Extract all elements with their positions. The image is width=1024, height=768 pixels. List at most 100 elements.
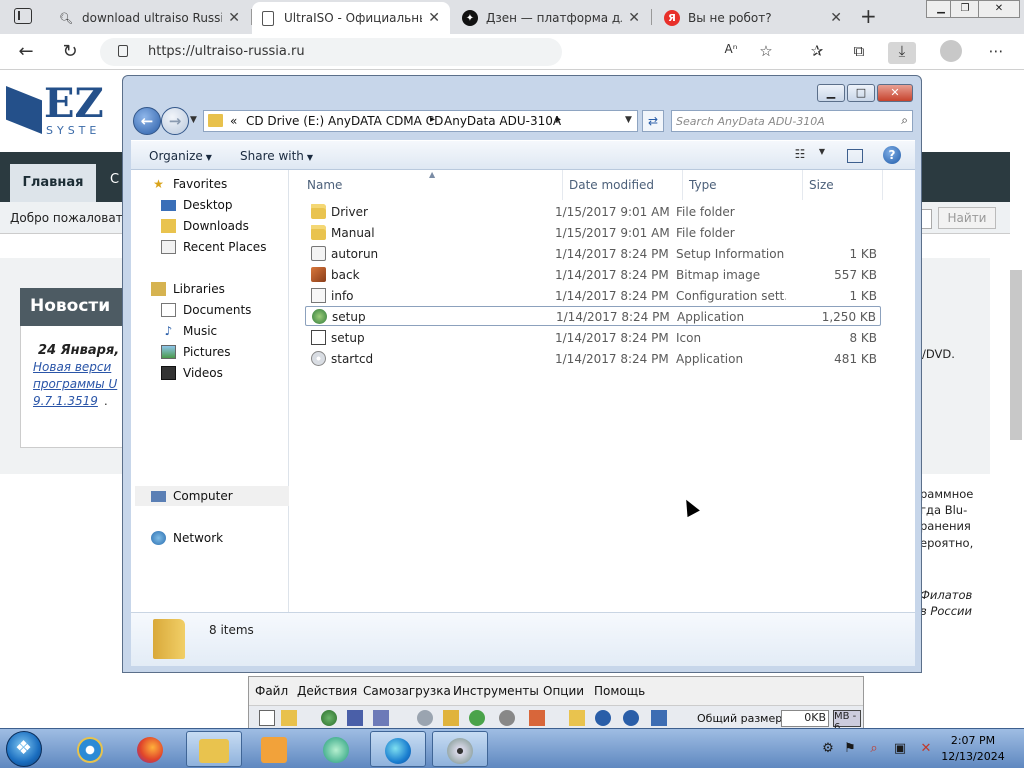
ultraiso-taskbar-button[interactable] bbox=[432, 731, 488, 767]
file-row[interactable]: setup 1/14/2017 8:24 PM Icon 8 KB bbox=[305, 328, 881, 348]
menu-help[interactable]: Помощь bbox=[594, 684, 645, 698]
tab-close-icon[interactable]: ✕ bbox=[830, 10, 842, 26]
media-taskbar-button[interactable] bbox=[246, 731, 302, 767]
back-arrow-icon[interactable]: ← bbox=[133, 107, 161, 135]
url-text[interactable]: https://ultraiso-russia.ru bbox=[148, 44, 305, 59]
close-icon[interactable]: ✕ bbox=[877, 84, 913, 102]
file-row[interactable]: startcd 1/14/2017 8:24 PM Application 48… bbox=[305, 349, 881, 369]
page-scrollbar[interactable] bbox=[1010, 270, 1022, 440]
breadcrumb-anydata[interactable]: AnyData ADU-310A bbox=[444, 114, 561, 128]
downloads-icon[interactable]: ⤓ bbox=[888, 42, 916, 64]
profile-avatar[interactable] bbox=[940, 40, 962, 62]
nav-documents[interactable]: Documents bbox=[161, 300, 281, 320]
explorer-taskbar-button[interactable] bbox=[186, 731, 242, 767]
ie-taskbar-button[interactable] bbox=[62, 731, 118, 767]
file-row[interactable]: autorun 1/14/2017 8:24 PM Setup Informat… bbox=[305, 244, 881, 264]
view-dropdown-icon[interactable]: ▼ bbox=[813, 147, 831, 163]
refresh-icon[interactable]: ⇄ bbox=[642, 110, 664, 132]
firefox-taskbar-button[interactable] bbox=[122, 731, 178, 767]
menu-options[interactable]: Опции bbox=[543, 684, 584, 698]
refresh-icon[interactable]: ↻ bbox=[58, 40, 82, 64]
burn-icon[interactable] bbox=[499, 710, 515, 726]
preview-pane-icon[interactable] bbox=[847, 149, 863, 163]
news-link[interactable]: Новая верси bbox=[33, 360, 111, 374]
help-icon[interactable]: ? bbox=[883, 146, 901, 164]
save-as-icon[interactable] bbox=[373, 710, 389, 726]
app-taskbar-button[interactable] bbox=[308, 731, 364, 767]
search-tray-icon[interactable]: ⌕ bbox=[866, 741, 882, 757]
file-row-selected[interactable]: setup 1/14/2017 8:24 PM Application 1,25… bbox=[305, 306, 881, 326]
column-date-modified[interactable]: Date modified bbox=[563, 170, 683, 200]
menu-bootable[interactable]: Самозагрузка bbox=[363, 684, 451, 698]
nav-next-link[interactable]: С bbox=[110, 172, 119, 187]
history-dropdown-icon[interactable]: ▼ bbox=[190, 115, 197, 125]
nav-recent-places[interactable]: Recent Places bbox=[161, 237, 281, 257]
breadcrumb-chevron-icon[interactable]: ▸ bbox=[556, 114, 561, 125]
read-aloud-icon[interactable]: Aⁿ bbox=[720, 42, 742, 64]
compress-icon[interactable] bbox=[529, 710, 545, 726]
info-icon[interactable] bbox=[595, 710, 611, 726]
menu-actions[interactable]: Действия bbox=[297, 684, 357, 698]
news-link[interactable]: программы U bbox=[33, 377, 117, 391]
share-with-button[interactable]: Share with ▼ bbox=[240, 149, 313, 163]
new-tab-button[interactable]: + bbox=[860, 4, 877, 28]
nav-videos[interactable]: Videos bbox=[161, 363, 281, 383]
site-search-button[interactable]: Найти bbox=[938, 207, 996, 229]
file-row[interactable]: Manual 1/15/2017 9:01 AM File folder bbox=[305, 223, 881, 243]
organize-button[interactable]: Organize ▼ bbox=[149, 149, 212, 163]
network-tray-icon[interactable]: ⚙ bbox=[820, 741, 836, 757]
minimize-icon[interactable]: ▁ bbox=[817, 84, 845, 102]
more-menu-icon[interactable]: ⋯ bbox=[985, 42, 1007, 64]
tab-actions-icon[interactable] bbox=[14, 8, 32, 24]
new-file-icon[interactable] bbox=[259, 710, 275, 726]
nav-pictures[interactable]: Pictures bbox=[161, 342, 281, 362]
menu-tools[interactable]: Инструменты bbox=[453, 684, 539, 698]
breadcrumb-overflow[interactable]: « bbox=[230, 114, 237, 128]
address-bar[interactable]: https://ultraiso-russia.ru bbox=[100, 38, 562, 66]
open-folder-icon[interactable] bbox=[281, 710, 297, 726]
nav-desktop[interactable]: Desktop bbox=[161, 195, 281, 215]
file-row[interactable]: Driver 1/15/2017 9:01 AM File folder bbox=[305, 202, 881, 222]
collections-icon[interactable]: ⧉ bbox=[848, 42, 870, 64]
search-icon[interactable]: ⌕ bbox=[901, 113, 908, 128]
nav-libraries[interactable]: Libraries bbox=[151, 279, 281, 299]
view-options-icon[interactable]: ☷ bbox=[791, 147, 809, 163]
tab-captcha[interactable]: Я Вы не робот? ✕ bbox=[654, 2, 852, 34]
display-tray-icon[interactable]: ▣ bbox=[892, 741, 908, 757]
forward-arrow-icon[interactable]: → bbox=[161, 107, 189, 135]
nav-computer[interactable]: Computer bbox=[135, 486, 289, 506]
start-button[interactable] bbox=[6, 731, 42, 767]
volume-muted-icon[interactable]: ✕ bbox=[918, 741, 934, 757]
explorer-address-bar[interactable]: « CD Drive (E:) AnyDATA CDMA CD ▸ AnyDat… bbox=[203, 110, 638, 132]
column-type[interactable]: Type bbox=[683, 170, 803, 200]
restore-icon[interactable]: ❐ bbox=[950, 0, 980, 18]
show-desktop-button[interactable] bbox=[1012, 741, 1022, 757]
back-arrow-icon[interactable]: ← bbox=[14, 40, 38, 64]
maximize-icon[interactable]: □ bbox=[847, 84, 875, 102]
nav-favorites[interactable]: ★ Favorites bbox=[151, 174, 281, 194]
tab-dzen[interactable]: ✦ Дзен — платформа для ✕ bbox=[452, 2, 650, 34]
properties-icon[interactable] bbox=[569, 710, 585, 726]
search-input[interactable] bbox=[676, 113, 886, 129]
nav-home-link[interactable]: Главная bbox=[10, 164, 96, 202]
column-size[interactable]: Size bbox=[803, 170, 883, 200]
tab-close-icon[interactable]: ✕ bbox=[428, 10, 440, 26]
save-icon[interactable] bbox=[347, 710, 363, 726]
menu-file[interactable]: Файл bbox=[255, 684, 288, 698]
tab-ultraiso-official[interactable]: UltraISO - Официальный ✕ bbox=[252, 2, 450, 34]
help-icon[interactable] bbox=[623, 710, 639, 726]
flag-tray-icon[interactable]: ⚑ bbox=[842, 741, 858, 757]
exit-icon[interactable] bbox=[651, 710, 667, 726]
address-dropdown-icon[interactable]: ▼ bbox=[625, 115, 632, 125]
tab-close-icon[interactable]: ✕ bbox=[628, 10, 640, 26]
breadcrumb-cd-drive[interactable]: CD Drive (E:) AnyDATA CDMA CD bbox=[246, 114, 443, 128]
tab-download-ultraiso[interactable]: 🔍︎ download ultraiso Russia ✕ bbox=[48, 2, 250, 34]
close-icon[interactable]: ✕ bbox=[978, 0, 1020, 18]
edge-taskbar-button[interactable] bbox=[370, 731, 426, 767]
add-files-icon[interactable] bbox=[417, 710, 433, 726]
tab-close-icon[interactable]: ✕ bbox=[228, 10, 240, 26]
nav-network[interactable]: Network bbox=[151, 528, 281, 548]
breadcrumb-chevron-icon[interactable]: ▸ bbox=[430, 114, 435, 125]
system-clock[interactable]: 2:07 PM 12/13/2024 bbox=[938, 733, 1008, 765]
favorite-star-icon[interactable]: ☆ bbox=[755, 42, 777, 64]
